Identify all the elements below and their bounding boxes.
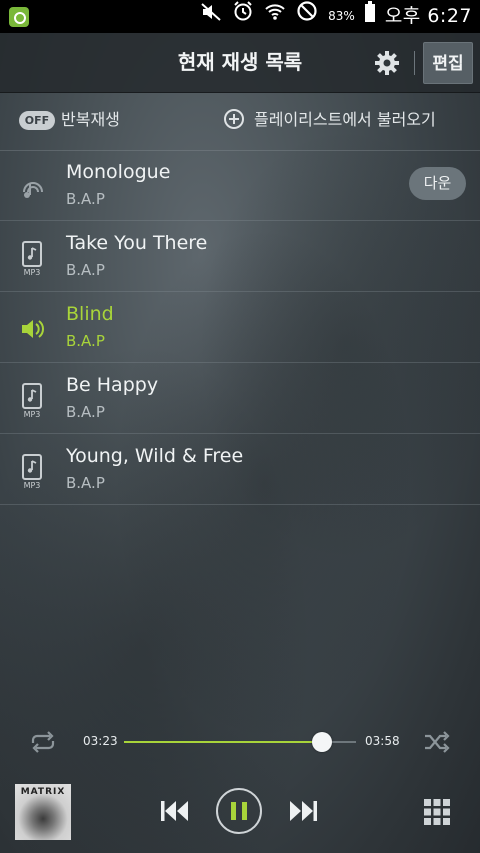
- previous-track-icon[interactable]: [160, 799, 190, 827]
- speaker-icon: [20, 312, 46, 346]
- track-title: Monologue: [66, 161, 171, 183]
- edit-button[interactable]: 편집: [423, 42, 473, 84]
- track-title: Young, Wild & Free: [66, 445, 244, 467]
- track-artist: B.A.P: [66, 261, 105, 279]
- svg-text:MP3: MP3: [24, 481, 41, 490]
- mp3-file-icon: MP3: [20, 241, 46, 277]
- stream-icon: [20, 170, 46, 204]
- pause-button[interactable]: [216, 788, 262, 834]
- grid-menu-icon[interactable]: [424, 799, 450, 829]
- pause-icon: [231, 802, 236, 820]
- alarm-icon: [232, 0, 254, 33]
- page-title: 현재 재생 목록: [177, 50, 303, 74]
- options-bar: OFF 반복재생 플레이리스트에서 불러오기: [0, 92, 480, 151]
- track-artist: B.A.P: [66, 403, 105, 421]
- pause-icon: [242, 802, 247, 820]
- elapsed-time: 03:23: [83, 734, 118, 748]
- mp3-file-icon: MP3: [20, 454, 46, 490]
- app-notification-icon: [9, 7, 29, 27]
- repeat-label[interactable]: 반복재생: [61, 92, 120, 148]
- mp3-file-icon: MP3: [20, 383, 46, 419]
- track-artist: B.A.P: [66, 474, 105, 492]
- download-button[interactable]: 다운: [409, 167, 466, 200]
- progress-area: 03:23 03:58: [0, 722, 480, 762]
- track-row-now-playing[interactable]: Blind B.A.P: [0, 292, 480, 363]
- wifi-icon: [264, 0, 286, 33]
- battery-percent: 83%: [328, 9, 355, 23]
- do-not-disturb-icon: [296, 0, 318, 33]
- repeat-icon[interactable]: [29, 731, 57, 757]
- seek-bar[interactable]: [124, 732, 356, 752]
- plus-circle-icon[interactable]: [224, 109, 244, 129]
- track-title: Blind: [66, 303, 114, 325]
- header-bar: 현재 재생 목록 편집: [0, 33, 480, 93]
- track-artist: B.A.P: [66, 190, 105, 208]
- mute-icon: [200, 0, 222, 33]
- track-row[interactable]: MP3 Take You There B.A.P: [0, 221, 480, 292]
- track-row[interactable]: MP3 Be Happy B.A.P: [0, 363, 480, 434]
- album-art[interactable]: MATRIX: [15, 784, 71, 840]
- load-playlist-button[interactable]: 플레이리스트에서 불러오기: [254, 92, 436, 148]
- gear-icon[interactable]: [374, 50, 400, 76]
- player-controls: MATRIX: [0, 775, 480, 853]
- repeat-toggle[interactable]: OFF: [19, 111, 55, 130]
- track-title: Take You There: [66, 232, 208, 254]
- total-time: 03:58: [365, 734, 400, 748]
- status-bar: 83% 오후 6:27: [0, 0, 480, 33]
- track-list: Monologue B.A.P 다운 MP3 Take You There B.…: [0, 150, 480, 505]
- seek-handle[interactable]: [311, 732, 332, 752]
- track-row[interactable]: Monologue B.A.P 다운: [0, 150, 480, 221]
- track-row[interactable]: MP3 Young, Wild & Free B.A.P: [0, 434, 480, 505]
- next-track-icon[interactable]: [288, 799, 318, 827]
- track-title: Be Happy: [66, 374, 159, 396]
- header-divider: [414, 51, 415, 75]
- svg-text:MP3: MP3: [24, 268, 41, 277]
- album-art-text: MATRIX: [20, 787, 66, 797]
- shuffle-icon[interactable]: [423, 731, 451, 757]
- svg-text:MP3: MP3: [24, 410, 41, 419]
- clock: 오후 6:27: [384, 5, 472, 27]
- battery-icon: [364, 0, 375, 33]
- track-artist: B.A.P: [66, 332, 105, 350]
- seek-bar-fill: [124, 741, 322, 743]
